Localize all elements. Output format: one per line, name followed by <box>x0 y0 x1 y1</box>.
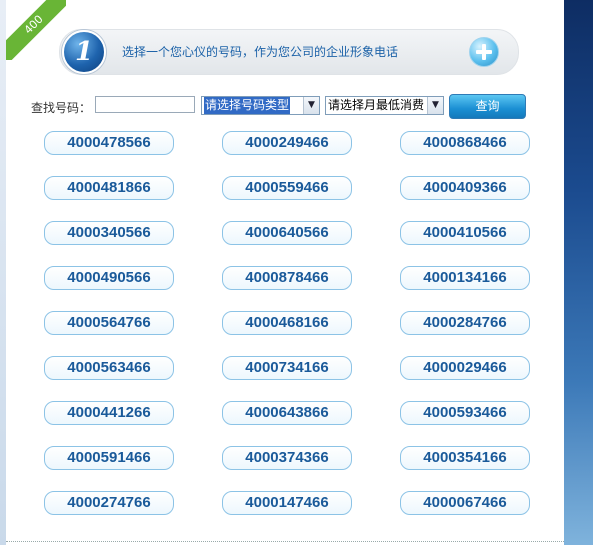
corner-ribbon: 400 <box>6 0 66 60</box>
phone-number-button[interactable]: 4000481866 <box>44 176 174 200</box>
phone-number-button[interactable]: 4000468166 <box>222 311 352 335</box>
phone-number-button[interactable]: 4000868466 <box>400 131 530 155</box>
phone-number-button[interactable]: 4000563466 <box>44 356 174 380</box>
phone-number-button[interactable]: 4000734166 <box>222 356 352 380</box>
number-type-selected: 请选择号码类型 <box>204 97 291 114</box>
search-number-input[interactable] <box>95 96 195 113</box>
step-description: 选择一个您心仪的号码，作为您公司的企业形象电话 <box>122 45 399 59</box>
phone-number-button[interactable]: 4000340566 <box>44 221 174 245</box>
chevron-down-icon[interactable]: ▼ <box>303 97 319 114</box>
min-fee-select[interactable]: 请选择月最低消费 ▼ <box>325 96 444 115</box>
phone-number-button[interactable]: 4000274766 <box>44 491 174 515</box>
ribbon-label: 400 <box>6 0 66 60</box>
phone-number-button[interactable]: 4000878466 <box>222 266 352 290</box>
search-label: 查找号码： <box>31 101 92 115</box>
phone-number-button[interactable]: 4000478566 <box>44 131 174 155</box>
phone-number-button[interactable]: 4000564766 <box>44 311 174 335</box>
phone-number-button[interactable]: 4000354166 <box>400 446 530 470</box>
phone-number-button[interactable]: 4000134166 <box>400 266 530 290</box>
phone-number-button[interactable]: 4000593466 <box>400 401 530 425</box>
phone-number-button[interactable]: 4000284766 <box>400 311 530 335</box>
phone-number-button[interactable]: 4000147466 <box>222 491 352 515</box>
phone-number-button[interactable]: 4000249466 <box>222 131 352 155</box>
phone-number-button[interactable]: 4000643866 <box>222 401 352 425</box>
bottom-divider <box>6 541 564 542</box>
plus-icon[interactable] <box>469 37 499 67</box>
phone-number-button[interactable]: 4000640566 <box>222 221 352 245</box>
phone-number-button[interactable]: 4000559466 <box>222 176 352 200</box>
phone-number-button[interactable]: 4000490566 <box>44 266 174 290</box>
phone-number-button[interactable]: 4000029466 <box>400 356 530 380</box>
phone-number-button[interactable]: 4000374366 <box>222 446 352 470</box>
phone-number-button[interactable]: 4000067466 <box>400 491 530 515</box>
right-background-strip <box>564 0 593 545</box>
chevron-down-icon[interactable]: ▼ <box>427 97 443 114</box>
phone-number-button[interactable]: 4000409366 <box>400 176 530 200</box>
phone-number-button[interactable]: 4000410566 <box>400 221 530 245</box>
step-number-icon: 1 <box>62 30 106 74</box>
phone-number-button[interactable]: 4000441266 <box>44 401 174 425</box>
min-fee-selected: 请选择月最低消费 <box>328 98 425 112</box>
query-button[interactable]: 查询 <box>449 94 526 119</box>
number-type-select[interactable]: 请选择号码类型 ▼ <box>201 96 320 115</box>
phone-number-button[interactable]: 4000591466 <box>44 446 174 470</box>
